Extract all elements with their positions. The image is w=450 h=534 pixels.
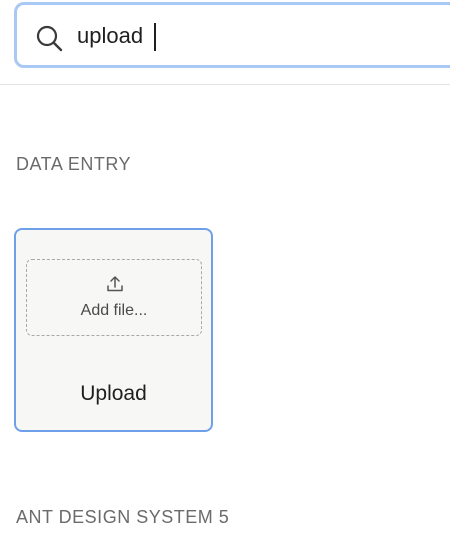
text-caret: [154, 23, 156, 51]
upload-icon: [107, 276, 123, 292]
search-box[interactable]: [14, 2, 450, 68]
section-heading-ant-design: ANT DESIGN SYSTEM 5: [16, 507, 230, 527]
card-title: Upload: [80, 382, 147, 405]
section-heading-data-entry: DATA ENTRY: [16, 154, 132, 174]
page: DATA ENTRY Add file... Upload ANT DESIGN…: [0, 0, 450, 534]
dropzone-label: Add file...: [80, 302, 148, 319]
upload-dropzone-preview: Add file...: [26, 259, 202, 336]
search-icon: [36, 25, 63, 52]
component-card-upload[interactable]: Add file... Upload: [14, 228, 213, 432]
divider: [0, 84, 450, 85]
search-input[interactable]: [77, 19, 377, 53]
